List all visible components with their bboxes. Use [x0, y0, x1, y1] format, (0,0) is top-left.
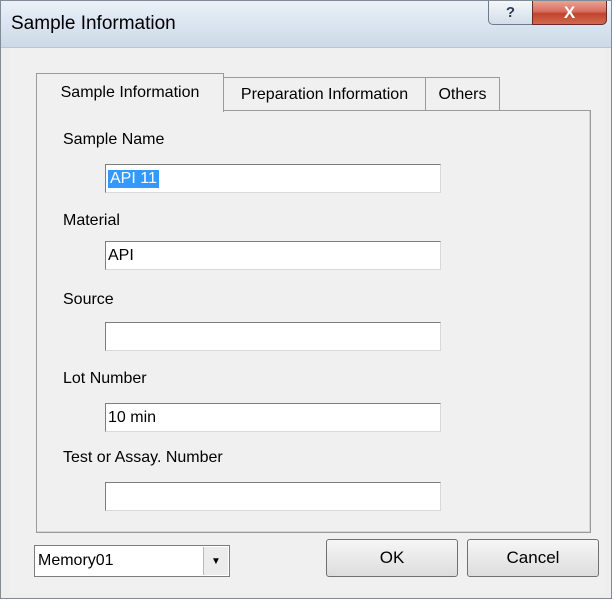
material-value: API — [108, 246, 134, 264]
dialog-client-area: Sample Information Preparation Informati… — [9, 48, 605, 594]
source-label: Source — [63, 291, 114, 308]
sample-name-value: API 11 — [108, 169, 159, 188]
close-icon: X — [563, 2, 576, 22]
tab-label: Others — [438, 85, 487, 103]
close-button[interactable]: X — [532, 1, 607, 25]
lot-number-value: 10 min — [108, 408, 157, 426]
sample-information-dialog: Sample Information ? X Sample Informatio… — [0, 0, 612, 599]
help-icon: ? — [505, 4, 516, 21]
window-title: Sample Information — [11, 13, 176, 34]
tab-panel-sample-information: Sample Name API 11 Material API Source L… — [36, 110, 591, 533]
sample-name-label: Sample Name — [63, 131, 165, 148]
memory-select-value: Memory01 — [38, 552, 114, 569]
lot-number-input[interactable]: 10 min — [105, 403, 441, 432]
material-label: Material — [63, 212, 120, 229]
test-assay-number-input[interactable] — [105, 482, 441, 511]
tab-label: Sample Information — [60, 84, 200, 101]
cancel-button-label: Cancel — [506, 548, 560, 567]
title-bar[interactable]: Sample Information ? X — [1, 1, 611, 48]
sample-name-input[interactable]: API 11 — [105, 164, 441, 193]
chevron-down-icon[interactable]: ▼ — [203, 547, 228, 575]
source-input[interactable] — [105, 322, 441, 351]
tab-preparation-information[interactable]: Preparation Information — [223, 77, 426, 111]
memory-select[interactable]: Memory01 ▼ — [34, 545, 230, 577]
lot-number-label: Lot Number — [63, 370, 147, 387]
material-input[interactable]: API — [105, 241, 441, 270]
ok-button[interactable]: OK — [326, 539, 458, 577]
help-button[interactable]: ? — [488, 1, 533, 25]
test-assay-number-label: Test or Assay. Number — [63, 449, 223, 466]
tab-label: Preparation Information — [240, 85, 409, 103]
tab-others[interactable]: Others — [425, 77, 500, 111]
tab-sample-information[interactable]: Sample Information — [36, 73, 224, 112]
cancel-button[interactable]: Cancel — [467, 539, 599, 577]
ok-button-label: OK — [379, 548, 405, 567]
